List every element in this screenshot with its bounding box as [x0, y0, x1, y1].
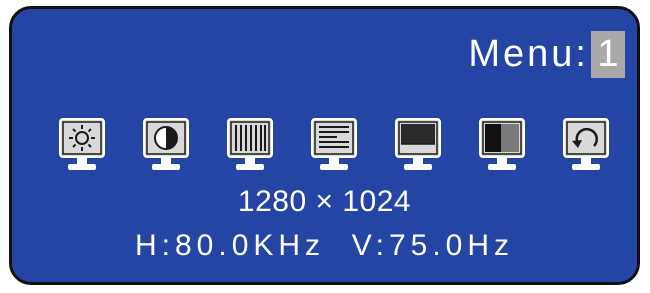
osd-menu-panel: Menu: 1 1280 × 1024 H:80.0KHz V:75.0Hz [9, 6, 640, 285]
brightness-icon[interactable] [57, 117, 109, 173]
v-position-icon[interactable] [309, 117, 361, 173]
v-size-icon[interactable] [477, 117, 529, 173]
menu-number: 1 [591, 31, 625, 78]
frequency-readout: H:80.0KHz V:75.0Hz [134, 229, 515, 262]
menu-label: Menu: [468, 33, 589, 75]
recall-icon[interactable] [561, 117, 613, 173]
resolution-readout: 1280 × 1024 [237, 185, 412, 218]
contrast-icon[interactable] [141, 117, 193, 173]
h-position-icon[interactable] [225, 117, 277, 173]
h-size-icon[interactable] [393, 117, 445, 173]
menu-title: Menu: 1 [468, 31, 625, 78]
icon-row [57, 117, 617, 173]
